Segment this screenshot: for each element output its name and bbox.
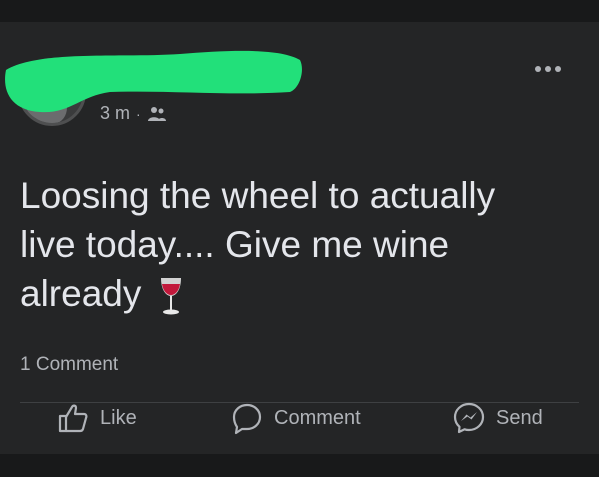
- like-label: Like: [100, 406, 137, 429]
- comment-count[interactable]: 1 Comment: [20, 354, 118, 376]
- post-text-line: already: [20, 269, 560, 318]
- more-dot: [555, 66, 561, 72]
- feed-background: [0, 454, 599, 477]
- more-dot: [545, 66, 551, 72]
- post-text-line: Loosing the wheel to actually: [20, 175, 496, 216]
- comment-button[interactable]: Comment: [230, 396, 361, 440]
- like-button[interactable]: Like: [56, 396, 137, 440]
- messenger-icon: [453, 402, 485, 434]
- comment-label: Comment: [274, 406, 361, 429]
- more-options-button[interactable]: [535, 62, 569, 76]
- meta-separator: ·: [136, 105, 141, 122]
- more-dot: [535, 66, 541, 72]
- wine-glass-icon: [160, 278, 181, 315]
- post-text-line: live today.... Give me wine: [20, 224, 450, 265]
- send-label: Send: [496, 406, 543, 429]
- comment-bubble-icon: [232, 403, 262, 435]
- post-meta: 3 m ·: [100, 103, 167, 124]
- friends-icon: [147, 106, 166, 121]
- thumbs-up-icon: [58, 404, 88, 433]
- post-time[interactable]: 3 m: [100, 103, 130, 124]
- post-body: Loosing the wheel to actually live today…: [20, 171, 560, 318]
- post-card: 3 m · Loosing the wheel to actually live…: [0, 22, 599, 454]
- post-text-word: already: [20, 273, 142, 314]
- send-button[interactable]: Send: [452, 396, 543, 440]
- action-bar: Like Comment Send: [0, 396, 599, 440]
